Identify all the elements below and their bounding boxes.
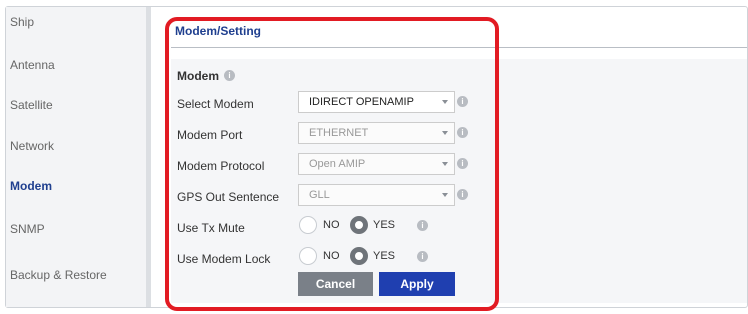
- select-modem-label: Select Modem: [177, 97, 254, 111]
- info-icon[interactable]: i: [417, 220, 428, 231]
- tx-mute-yes-label: YES: [373, 219, 396, 231]
- page-title: Modem/Setting: [175, 24, 261, 38]
- gps-out-sentence-label: GPS Out Sentence: [177, 190, 280, 204]
- sidebar-item-antenna[interactable]: Antenna: [10, 58, 55, 72]
- modem-port-dropdown[interactable]: ETHERNET: [298, 122, 455, 144]
- gps-out-sentence-dropdown[interactable]: GLL: [298, 184, 455, 206]
- gps-out-sentence-value: GLL: [309, 189, 330, 201]
- modem-protocol-label: Modem Protocol: [177, 159, 265, 173]
- caret-down-icon: [442, 131, 448, 135]
- cancel-button[interactable]: Cancel: [298, 272, 373, 296]
- modem-port-value: ETHERNET: [309, 127, 369, 139]
- sidebar-item-network[interactable]: Network: [10, 139, 54, 153]
- settings-panel: [171, 59, 747, 303]
- modem-lock-label: Use Modem Lock: [177, 252, 271, 266]
- select-modem-value: IDIRECT OPENAMIP: [309, 96, 414, 108]
- info-icon[interactable]: i: [457, 127, 468, 138]
- sidebar-item-ship[interactable]: Ship: [10, 15, 34, 29]
- sidebar-item-satellite[interactable]: Satellite: [10, 98, 53, 112]
- section-title: Modem: [177, 69, 219, 83]
- tx-mute-no-radio[interactable]: [299, 216, 317, 234]
- sidebar-item-backup-restore[interactable]: Backup & Restore: [10, 268, 107, 282]
- modem-lock-yes-radio[interactable]: [350, 247, 368, 265]
- caret-down-icon: [442, 193, 448, 197]
- info-icon[interactable]: i: [417, 251, 428, 262]
- main-content: Modem/Setting Modem i Select Modem IDIRE…: [151, 7, 747, 307]
- sidebar: [6, 7, 146, 307]
- tx-mute-label: Use Tx Mute: [177, 221, 245, 235]
- info-icon[interactable]: i: [457, 96, 468, 107]
- info-icon[interactable]: i: [457, 158, 468, 169]
- caret-down-icon: [442, 162, 448, 166]
- apply-button[interactable]: Apply: [379, 272, 455, 296]
- tx-mute-no-label: NO: [323, 219, 340, 231]
- modem-lock-no-label: NO: [323, 250, 340, 262]
- modem-lock-no-radio[interactable]: [299, 247, 317, 265]
- title-divider: [171, 47, 747, 48]
- info-icon[interactable]: i: [457, 189, 468, 200]
- modem-protocol-value: Open AMIP: [309, 158, 366, 170]
- sidebar-item-modem[interactable]: Modem: [10, 179, 52, 193]
- select-modem-dropdown[interactable]: IDIRECT OPENAMIP: [298, 91, 455, 113]
- modem-lock-yes-label: YES: [373, 250, 396, 262]
- sidebar-item-snmp[interactable]: SNMP: [10, 222, 45, 236]
- tx-mute-yes-radio[interactable]: [350, 216, 368, 234]
- modem-port-label: Modem Port: [177, 128, 243, 142]
- modem-protocol-dropdown[interactable]: Open AMIP: [298, 153, 455, 175]
- info-icon[interactable]: i: [224, 70, 235, 81]
- caret-down-icon: [442, 100, 448, 104]
